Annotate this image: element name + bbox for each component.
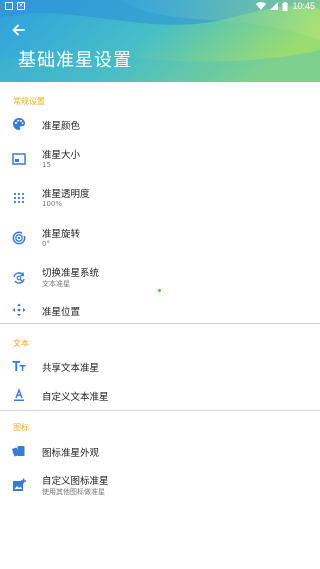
back-arrow-icon[interactable] [9, 21, 29, 39]
setting-crosshair-rotation[interactable]: 准星旋转 0° [0, 222, 320, 254]
text-format-icon [14, 388, 24, 401]
setting-custom-text-crosshair[interactable]: 自定义文本准星 [0, 384, 320, 406]
section-title-text: 文本 [13, 339, 29, 348]
setting-custom-icon-crosshair[interactable]: 自定义图标准星 使用其他图标做准星 [0, 470, 320, 502]
setting-label: 准星颜色 [42, 121, 81, 132]
status-bar: × 10:45 [0, 0, 320, 14]
setting-crosshair-position[interactable]: 准星位置 [0, 300, 320, 320]
setting-label: 自定义图标准星 [42, 476, 109, 487]
palette-icon [13, 118, 25, 130]
notification-icon [5, 2, 13, 10]
setting-label: 准星大小 [42, 150, 81, 161]
setting-label: 自定义文本准星 [42, 392, 109, 403]
app-header: × 10:45 基础准星设置 [0, 0, 320, 82]
setting-crosshair-size[interactable]: 准星大小 15 [0, 143, 320, 175]
app-notification-icon: × [17, 2, 25, 10]
section-title-icon: 图标 [13, 423, 29, 432]
status-time: 10:45 [292, 1, 315, 11]
page-title: 基础准星设置 [18, 50, 132, 71]
setting-icon-crosshair-appearance[interactable]: 图标准星外观 [0, 440, 320, 462]
section-title-general: 常规设置 [13, 97, 45, 106]
setting-value: 使用其他图标做准星 [42, 488, 105, 496]
add-image-icon [13, 478, 26, 491]
switch-search-icon [13, 272, 25, 284]
setting-value: 15 [42, 161, 51, 169]
section-divider [0, 410, 320, 411]
crosshair-preview-dot [158, 289, 161, 292]
shapes-icon [12, 446, 25, 457]
setting-label: 准星旋转 [42, 229, 81, 240]
wifi-icon [256, 2, 267, 10]
setting-share-text-crosshair[interactable]: 共享文本准星 [0, 355, 320, 377]
setting-crosshair-color[interactable]: 准星颜色 [0, 110, 320, 138]
opacity-dots-icon [13, 192, 25, 204]
setting-value: 文本准星 [42, 280, 70, 288]
setting-crosshair-opacity[interactable]: 准星透明度 100% [0, 182, 320, 214]
setting-label: 准星位置 [42, 307, 81, 318]
signal-icon [270, 2, 279, 10]
setting-label: 准星透明度 [42, 189, 90, 200]
battery-icon [282, 1, 288, 11]
setting-label: 切换准星系统 [42, 268, 100, 279]
setting-label: 共享文本准星 [42, 363, 100, 374]
setting-label: 图标准星外观 [42, 448, 100, 459]
text-size-icon [12, 361, 26, 371]
size-icon [12, 153, 26, 165]
move-arrows-icon [12, 303, 26, 317]
setting-value: 0° [42, 240, 50, 248]
section-divider [0, 323, 320, 324]
setting-value: 100% [42, 200, 63, 208]
rotation-icon [12, 231, 26, 245]
